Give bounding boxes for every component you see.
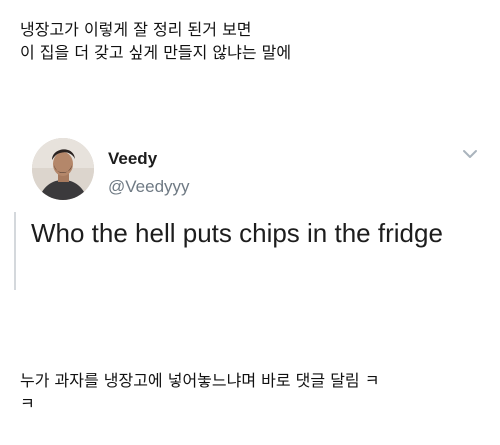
chevron-down-icon[interactable] [462,148,478,160]
tweet-card: Veedy @Veedyyy Who the hell puts chips i… [0,126,500,301]
caption-bottom: 누가 과자를 냉장고에 넣어놓느냐며 바로 댓글 달림 ㅋ ㅋ [20,369,490,415]
profile-photo-icon [32,138,94,200]
caption-bottom-line-2: ㅋ [20,394,35,413]
caption-top-line-1: 냉장고가 이렇게 잘 정리 된거 보면 [20,20,252,39]
quote-bar [14,212,16,290]
user-handle[interactable]: @Veedyyy [108,177,190,197]
display-name[interactable]: Veedy [108,149,157,169]
caption-top: 냉장고가 이렇게 잘 정리 된거 보면 이 집을 더 갖고 싶게 만들지 않냐는… [20,18,490,64]
caption-top-line-2: 이 집을 더 갖고 싶게 만들지 않냐는 말에 [20,43,292,62]
tweet-text: Who the hell puts chips in the fridge [31,218,443,248]
avatar[interactable] [32,138,94,200]
caption-bottom-line-1: 누가 과자를 냉장고에 넣어놓느냐며 바로 댓글 달림 ㅋ [20,371,380,390]
